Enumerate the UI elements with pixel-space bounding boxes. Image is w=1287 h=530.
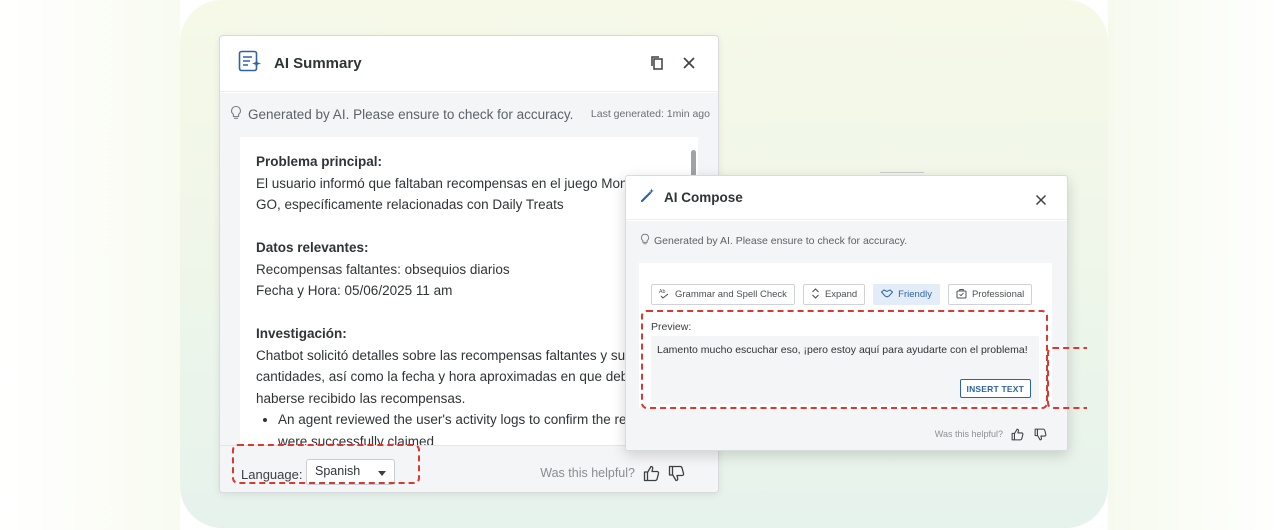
section-heading: Datos relevantes: bbox=[256, 240, 369, 255]
language-highlight bbox=[232, 444, 420, 484]
list-item: An agent reviewed the user's activity lo… bbox=[278, 409, 682, 445]
handshake-icon bbox=[880, 288, 894, 301]
svg-text:Ab: Ab bbox=[659, 289, 666, 295]
compose-disclaimer: Generated by AI. Please ensure to check … bbox=[640, 233, 907, 249]
side-highlight bbox=[1047, 347, 1087, 409]
compose-title: AI Compose bbox=[664, 190, 743, 205]
tone-chips: Ab Grammar and Spell Check Expand Friend… bbox=[651, 284, 1033, 305]
preview-highlight bbox=[641, 310, 1048, 409]
section-line: haberse recibido las recompensas. bbox=[256, 390, 466, 406]
section-line: cantidades, así como la fecha y hora apr… bbox=[256, 369, 636, 384]
chip-label: Friendly bbox=[898, 289, 932, 300]
chip-professional[interactable]: Professional bbox=[947, 284, 1033, 305]
background-left bbox=[0, 0, 180, 530]
expand-icon bbox=[811, 287, 820, 302]
compose-disclaimer-text: Generated by AI. Please ensure to check … bbox=[654, 235, 908, 247]
ai-summary-icon bbox=[238, 50, 262, 77]
chip-label: Grammar and Spell Check bbox=[675, 289, 787, 300]
summary-title: AI Summary bbox=[274, 55, 362, 72]
bullet-list: An agent reviewed the user's activity lo… bbox=[256, 409, 682, 445]
chip-friendly[interactable]: Friendly bbox=[873, 284, 940, 305]
thumbs-up-icon[interactable] bbox=[642, 464, 660, 482]
section-line: GO, específicamente relacionadas con Dai… bbox=[256, 197, 564, 212]
chip-expand[interactable]: Expand bbox=[802, 284, 866, 305]
section-line: Recompensas faltantes: obsequios diarios bbox=[256, 261, 510, 277]
compose-header: AI Compose bbox=[626, 176, 1067, 220]
section-line: Fecha y Hora: 05/06/2025 11 am bbox=[256, 283, 453, 298]
thumbs-down-icon[interactable] bbox=[667, 464, 685, 482]
spellcheck-icon: Ab bbox=[659, 288, 670, 302]
ai-disclaimer-text: Generated by AI. Please ensure to check … bbox=[248, 107, 574, 122]
compose-feedback: Was this helpful? bbox=[935, 425, 1049, 443]
copy-icon[interactable] bbox=[648, 54, 666, 72]
ai-disclaimer: Generated by AI. Please ensure to check … bbox=[230, 105, 573, 124]
last-generated: Last generated: 1min ago bbox=[590, 108, 710, 120]
section-line: El usuario informó que faltaban recompen… bbox=[256, 175, 628, 191]
chip-label: Professional bbox=[971, 289, 1025, 300]
compose-close-icon[interactable] bbox=[1032, 191, 1050, 209]
background-right bbox=[1108, 0, 1287, 530]
close-icon[interactable] bbox=[680, 54, 698, 72]
helpful-text: Was this helpful? bbox=[934, 429, 1003, 439]
section-line: Chatbot solicitó detalles sobre las reco… bbox=[256, 347, 632, 363]
thumbs-down-icon[interactable] bbox=[1031, 425, 1049, 443]
lightbulb-icon bbox=[230, 105, 242, 124]
magic-pen-icon bbox=[640, 188, 655, 208]
chip-label: Expand bbox=[824, 289, 858, 300]
section-heading: Problema principal: bbox=[256, 154, 383, 169]
helpful-text: Was this helpful? bbox=[540, 466, 635, 480]
briefcase-icon bbox=[956, 288, 967, 302]
summary-feedback: Was this helpful? bbox=[540, 464, 685, 482]
thumbs-up-icon[interactable] bbox=[1008, 425, 1026, 443]
summary-header: AI Summary bbox=[220, 36, 718, 92]
chip-grammar-spell-check[interactable]: Ab Grammar and Spell Check bbox=[651, 284, 795, 305]
lightbulb-icon bbox=[640, 233, 650, 249]
section-heading: Investigación: bbox=[256, 326, 347, 341]
